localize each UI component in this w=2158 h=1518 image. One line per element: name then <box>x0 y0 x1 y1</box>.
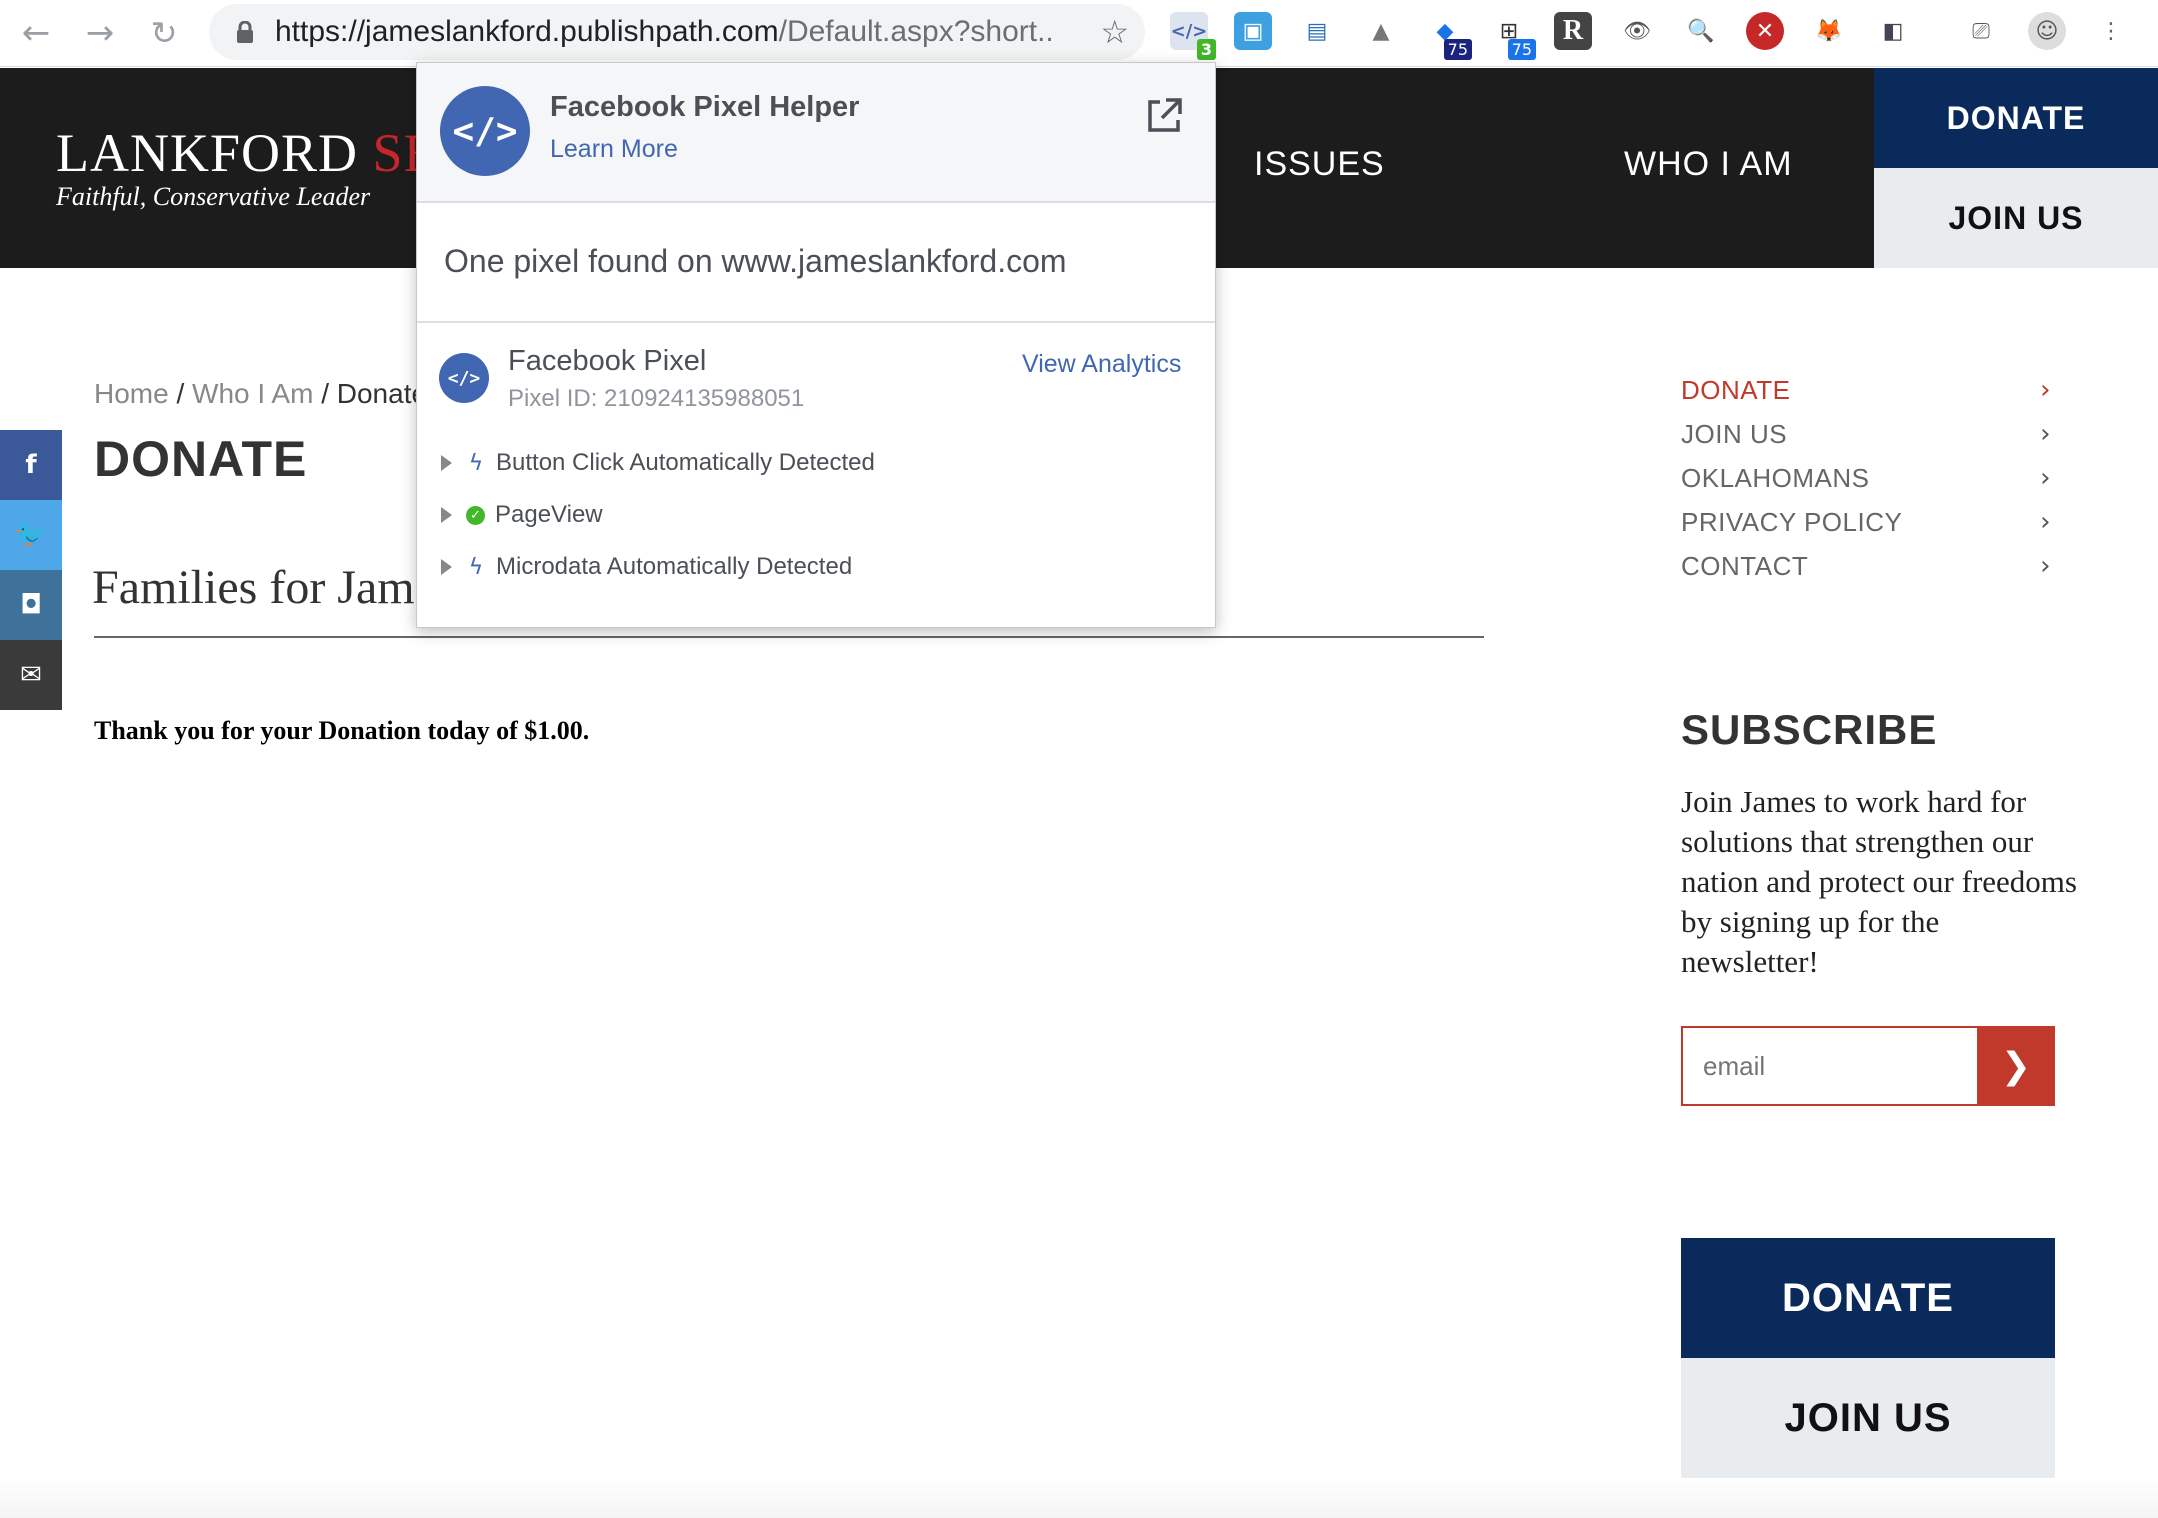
drive-icon[interactable]: ▲ <box>1362 12 1400 50</box>
sidebar-join-button[interactable]: JOIN US <box>1681 1358 2055 1478</box>
page-title: DONATE <box>94 431 308 487</box>
breadcrumb-current: Donate <box>336 378 428 409</box>
expand-triangle-icon[interactable] <box>441 559 452 575</box>
chevron-right-icon: › <box>2040 507 2051 537</box>
breadcrumb-who-i-am[interactable]: Who I Am <box>192 378 313 409</box>
sidebar-item-join-us[interactable]: JOIN US › <box>1681 412 2051 456</box>
donation-thank-you: Thank you for your Donation today of $1.… <box>94 716 590 745</box>
event-row[interactable]: ✓ PageView <box>441 500 603 530</box>
newsletter-email-input[interactable] <box>1681 1026 1977 1106</box>
check-icon: ✓ <box>466 505 485 525</box>
bolt-icon: ϟ <box>468 554 484 580</box>
browser-toolbar: ← → ↻ https://jameslankford.publishpath.… <box>0 0 2158 67</box>
divider <box>94 636 1484 638</box>
sidebar-item-contact[interactable]: CONTACT › <box>1681 544 2051 588</box>
chevron-right-icon: ❯ <box>2000 1045 2032 1087</box>
reload-icon[interactable]: ↻ <box>142 11 186 55</box>
pixels-found-summary: One pixel found on www.jameslankford.com <box>444 243 1067 279</box>
chevron-right-icon: › <box>2040 419 2051 449</box>
url-text[interactable]: https://jameslankford.publishpath.com/De… <box>275 4 1055 60</box>
subscribe-text: Join James to work hard for solutions th… <box>1681 784 2077 979</box>
bolt-icon: ϟ <box>468 450 484 476</box>
facebook-share-icon[interactable]: f <box>0 430 62 500</box>
newsletter-submit-button[interactable]: ❯ <box>1977 1026 2055 1106</box>
pixel-helper-extension-icon[interactable]: </> 3 <box>1170 12 1216 60</box>
sidebar-item-donate[interactable]: DONATE › <box>1681 368 2051 412</box>
instagram-share-icon[interactable]: ◘ <box>0 570 62 640</box>
pixel-id: Pixel ID: 210924135988051 <box>508 385 805 412</box>
breadcrumb: Home / Who I Am / Donate <box>94 378 428 409</box>
site-tagline: Faithful, Conservative Leader <box>56 182 371 211</box>
block-icon[interactable]: ✕ <box>1746 12 1784 50</box>
menu-kebab-icon[interactable]: ⋮ <box>2092 12 2130 50</box>
subscribe-title: SUBSCRIBE <box>1681 706 1938 753</box>
breadcrumb-home[interactable]: Home <box>94 378 169 409</box>
chevron-right-icon: › <box>2040 463 2051 493</box>
pixel-helper-popup: </> Facebook Pixel Helper Learn More One… <box>416 62 1216 628</box>
extension-tag-icon[interactable]: ◧ <box>1874 12 1912 50</box>
pixel-helper-logo-icon: </> <box>440 86 530 176</box>
expand-triangle-icon[interactable] <box>441 507 452 523</box>
sidebar-donate-button[interactable]: DONATE <box>1681 1238 2055 1358</box>
twitter-share-icon[interactable]: 🐦 <box>0 500 62 570</box>
external-link-icon[interactable] <box>1144 96 1184 136</box>
chevron-right-icon: › <box>2040 375 2051 405</box>
section-heading: Families for Jam <box>92 561 415 614</box>
extension-window-icon[interactable]: ▣ <box>1234 12 1272 50</box>
chevron-right-icon: › <box>2040 551 2051 581</box>
email-share-icon[interactable]: ✉ <box>0 640 62 710</box>
metamask-fox-icon[interactable]: 🦊 <box>1810 12 1848 50</box>
nav-issues[interactable]: ISSUES <box>1254 145 1385 184</box>
forward-icon[interactable]: → <box>78 11 122 55</box>
extension-network-icon[interactable]: ⊞ 75 <box>1490 12 1536 60</box>
extension-r-icon[interactable]: R <box>1554 12 1592 50</box>
site-logo[interactable]: LANKFORD SE <box>56 122 438 184</box>
page-bottom-fade <box>0 1478 2158 1518</box>
event-row[interactable]: ϟ Microdata Automatically Detected <box>441 552 852 582</box>
popup-header: </> Facebook Pixel Helper Learn More <box>417 63 1215 203</box>
header-donate-button[interactable]: DONATE <box>1874 68 2158 168</box>
eye-icon[interactable]: 👁 <box>1618 12 1656 50</box>
pixel-icon: </> <box>439 353 489 403</box>
lock-icon <box>237 21 253 43</box>
view-analytics-link[interactable]: View Analytics <box>1022 350 1181 379</box>
extension-screenshot-icon[interactable]: ▤ <box>1298 12 1336 50</box>
magnifier-extension-icon[interactable]: 🔍 <box>1682 12 1720 50</box>
cast-icon[interactable]: ⎚ <box>1962 12 2000 50</box>
sidebar-item-oklahomans[interactable]: OKLAHOMANS › <box>1681 456 2051 500</box>
sidebar-item-privacy-policy[interactable]: PRIVACY POLICY › <box>1681 500 2051 544</box>
extension-cloud-icon[interactable]: ◆ 75 <box>1426 12 1472 60</box>
bookmark-star-icon[interactable]: ☆ <box>1100 4 1129 60</box>
popup-title: Facebook Pixel Helper <box>550 91 860 123</box>
profile-avatar[interactable]: ☺ <box>2028 12 2066 50</box>
event-row[interactable]: ϟ Button Click Automatically Detected <box>441 448 875 478</box>
back-icon[interactable]: ← <box>14 11 58 55</box>
pixel-name: Facebook Pixel <box>508 345 707 377</box>
expand-triangle-icon[interactable] <box>441 455 452 471</box>
divider <box>417 321 1215 323</box>
address-bar[interactable]: https://jameslankford.publishpath.com/De… <box>209 4 1145 60</box>
nav-who-i-am[interactable]: WHO I AM <box>1624 145 1793 184</box>
learn-more-link[interactable]: Learn More <box>550 135 678 164</box>
header-join-button[interactable]: JOIN US <box>1874 168 2158 268</box>
